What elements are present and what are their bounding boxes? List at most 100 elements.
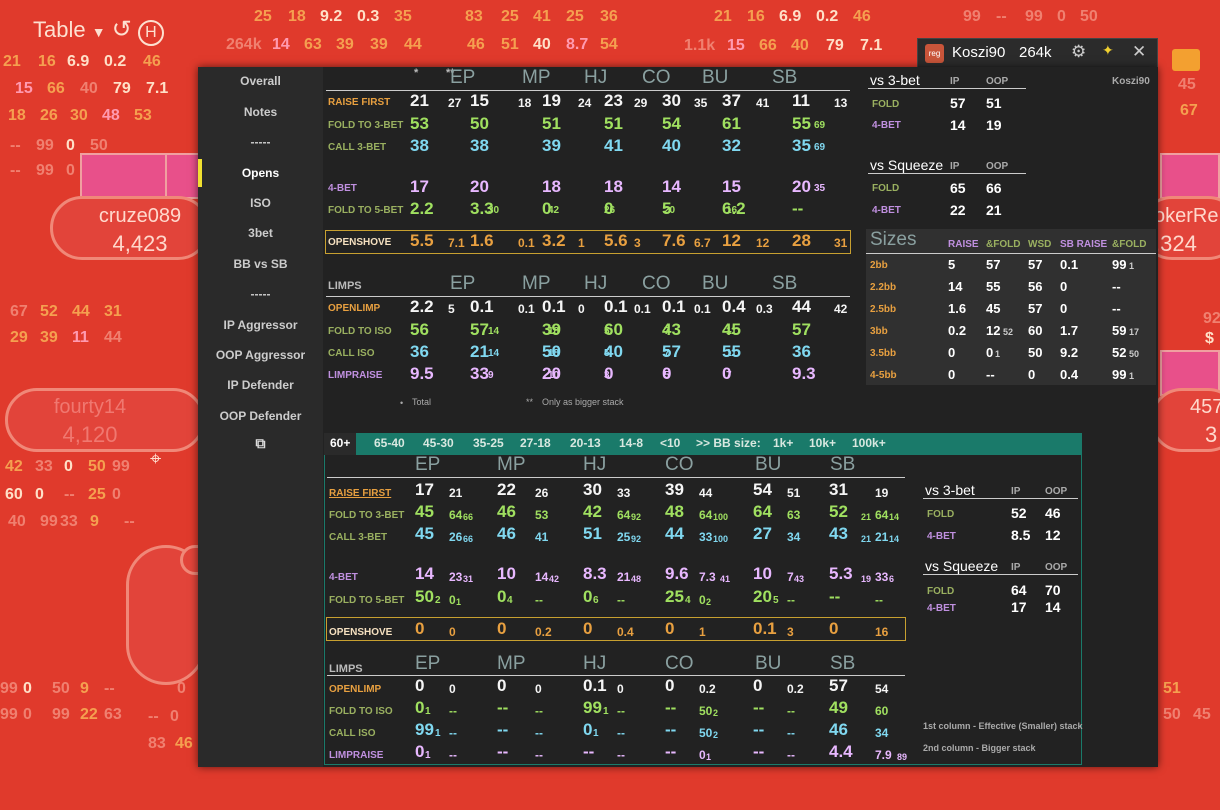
background-stat[interactable]: 25: [254, 8, 272, 26]
background-stat[interactable]: 14: [272, 36, 290, 54]
background-stat[interactable]: 79: [826, 37, 844, 55]
background-stat[interactable]: 83: [148, 735, 166, 753]
tab-60[interactable]: 60+: [324, 433, 357, 455]
background-stat[interactable]: 53: [134, 107, 152, 125]
background-stat[interactable]: 99: [0, 680, 18, 698]
background-stat[interactable]: 31: [104, 303, 122, 321]
background-stat[interactable]: 83: [465, 8, 483, 26]
background-stat[interactable]: 15: [15, 80, 33, 98]
background-stat[interactable]: --: [996, 8, 1007, 26]
background-stat[interactable]: $: [1205, 330, 1214, 348]
hud-header[interactable]: reg Koszi90 264k ⚙ ✦ ✕: [917, 38, 1158, 68]
background-stat[interactable]: 18: [288, 8, 306, 26]
tab-1k[interactable]: 1k+: [773, 436, 793, 450]
background-stat[interactable]: 35: [394, 8, 412, 26]
background-stat[interactable]: 50: [1080, 8, 1098, 26]
background-stat[interactable]: 39: [336, 36, 354, 54]
background-stat[interactable]: 0.3: [357, 8, 379, 26]
sidebar-item-opens[interactable]: Opens: [198, 166, 323, 180]
background-stat[interactable]: 0: [23, 706, 32, 724]
background-stat[interactable]: 11: [72, 329, 89, 347]
background-stat[interactable]: 30: [70, 107, 88, 125]
background-stat[interactable]: 25: [88, 486, 106, 504]
background-stat[interactable]: --: [10, 162, 21, 180]
sidebar-item-oop-aggressor[interactable]: OOP Aggressor: [198, 348, 323, 362]
background-stat[interactable]: 99: [36, 162, 54, 180]
background-stat[interactable]: 0: [23, 680, 32, 698]
background-stat[interactable]: 6.9: [67, 53, 89, 71]
background-stat[interactable]: 40: [791, 37, 809, 55]
background-stat[interactable]: 92: [1203, 310, 1220, 328]
background-stat[interactable]: 9: [80, 680, 89, 698]
background-stat[interactable]: 36: [600, 8, 618, 26]
sidebar-item-ip-defender[interactable]: IP Defender: [198, 378, 323, 392]
background-stat[interactable]: 6.9: [779, 8, 801, 26]
background-stat[interactable]: 54: [600, 36, 618, 54]
gear-icon[interactable]: ⚙: [1071, 42, 1086, 62]
background-stat[interactable]: 46: [175, 735, 193, 753]
background-stat[interactable]: --: [124, 513, 135, 531]
background-stat[interactable]: 0.2: [816, 8, 838, 26]
background-stat[interactable]: 99: [112, 458, 130, 476]
background-stat[interactable]: 45: [1193, 706, 1211, 724]
background-stat[interactable]: 63: [304, 36, 322, 54]
pin-icon[interactable]: ✦: [1102, 42, 1114, 59]
background-stat[interactable]: 63: [104, 706, 122, 724]
background-stat[interactable]: 0: [64, 458, 73, 476]
sidebar-item-3bet[interactable]: 3bet: [198, 226, 323, 240]
sidebar-item-ip-aggressor[interactable]: IP Aggressor: [198, 318, 323, 332]
background-stat[interactable]: 26: [40, 107, 58, 125]
background-stat[interactable]: 21: [3, 53, 21, 71]
tab-2718[interactable]: 27-18: [520, 436, 551, 450]
background-stat[interactable]: 16: [747, 8, 765, 26]
tab-148[interactable]: 14-8: [619, 436, 643, 450]
background-stat[interactable]: 264k: [226, 36, 262, 54]
background-stat[interactable]: 44: [104, 329, 122, 347]
sidebar-item-bb-vs-sb[interactable]: BB vs SB: [198, 257, 323, 271]
background-stat[interactable]: 99: [40, 513, 58, 531]
close-icon[interactable]: ✕: [1132, 42, 1146, 62]
background-stat[interactable]: 18: [8, 107, 26, 125]
background-stat[interactable]: --: [64, 486, 75, 504]
background-stat[interactable]: 7.1: [146, 80, 168, 98]
background-stat[interactable]: 99: [963, 8, 981, 26]
background-stat[interactable]: 99: [0, 706, 18, 724]
graph-icon[interactable]: ⧉: [198, 435, 323, 452]
background-stat[interactable]: 0: [1057, 8, 1066, 26]
background-stat[interactable]: 60: [5, 486, 23, 504]
background-stat[interactable]: 29: [10, 329, 28, 347]
background-stat[interactable]: 39: [370, 36, 388, 54]
background-stat[interactable]: 50: [1163, 706, 1181, 724]
background-stat[interactable]: 99: [36, 137, 54, 155]
background-stat[interactable]: 52: [40, 303, 58, 321]
background-stat[interactable]: 7.1: [860, 37, 882, 55]
background-stat[interactable]: 46: [143, 53, 161, 71]
background-stat[interactable]: 1.1k: [684, 37, 715, 55]
background-stat[interactable]: 40: [80, 80, 98, 98]
background-stat[interactable]: 41: [533, 8, 551, 26]
background-stat[interactable]: 99: [52, 706, 70, 724]
tab-10k[interactable]: 10k+: [809, 436, 836, 450]
background-stat[interactable]: 8.7: [566, 36, 588, 54]
background-stat[interactable]: 0: [66, 137, 75, 155]
background-stat[interactable]: 44: [72, 303, 90, 321]
background-stat[interactable]: 0: [112, 486, 121, 504]
tab-2013[interactable]: 20-13: [570, 436, 601, 450]
background-stat[interactable]: 33: [35, 458, 53, 476]
sidebar-item-oop-defender[interactable]: OOP Defender: [198, 409, 323, 423]
tab-3525[interactable]: 35-25: [473, 436, 504, 450]
background-stat[interactable]: 51: [1163, 680, 1181, 698]
background-stat[interactable]: 45: [1178, 76, 1196, 94]
background-stat[interactable]: 40: [533, 36, 551, 54]
background-stat[interactable]: 25: [501, 8, 519, 26]
sidebar-item-iso[interactable]: ISO: [198, 196, 323, 210]
background-stat[interactable]: 67: [1180, 102, 1198, 120]
background-stat[interactable]: 0.2: [104, 53, 126, 71]
background-stat[interactable]: 0: [35, 486, 44, 504]
background-stat[interactable]: --: [10, 137, 21, 155]
background-stat[interactable]: 0: [170, 708, 179, 726]
background-stat[interactable]: --: [104, 680, 115, 698]
tab-100k[interactable]: 100k+: [852, 436, 886, 450]
sidebar-item-overall[interactable]: Overall: [198, 74, 323, 88]
background-stat[interactable]: 51: [501, 36, 519, 54]
